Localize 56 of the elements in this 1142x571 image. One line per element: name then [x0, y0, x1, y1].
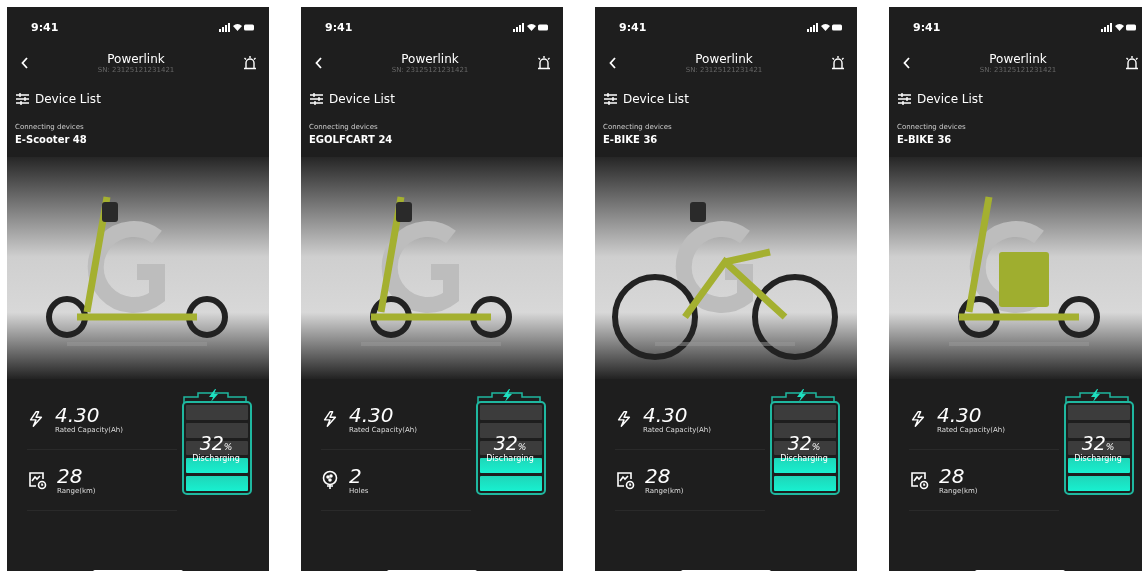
back-button[interactable]: [315, 57, 323, 69]
alarm-light-button[interactable]: [831, 56, 845, 70]
status-time: 9:41: [31, 20, 59, 34]
stat-value: 4.30: [55, 404, 100, 426]
stat-value: 4.30: [937, 404, 982, 426]
device-name: EGOLFCART 24: [309, 134, 394, 145]
status-icons: [513, 22, 549, 32]
back-button[interactable]: [903, 57, 911, 69]
status-icons: [1101, 22, 1137, 32]
chart-clock-icon: [27, 470, 47, 490]
lightning-icon: [909, 410, 927, 428]
back-button[interactable]: [609, 57, 617, 69]
device-list-button[interactable]: Device List: [310, 92, 395, 106]
device-list-button[interactable]: Device List: [898, 92, 983, 106]
stat-value: 28: [939, 465, 966, 487]
screen-title: Powerlink: [695, 52, 753, 66]
sliders-icon: [604, 93, 617, 105]
screen-title: Powerlink: [401, 52, 459, 66]
battery-cap-icon: [1064, 389, 1132, 403]
battery-percent: 32%: [493, 433, 527, 454]
stat-value: 28: [57, 465, 84, 487]
screen-title: Powerlink: [107, 52, 165, 66]
alarm-light-button[interactable]: [537, 56, 551, 70]
device-list-button[interactable]: Device List: [16, 92, 101, 106]
sliders-icon: [16, 93, 29, 105]
battery-percent: 32%: [199, 433, 233, 454]
chart-clock-icon: [615, 470, 635, 490]
battery-cap-icon: [182, 389, 250, 403]
stat-value: 4.30: [349, 404, 394, 426]
battery-percent: 32%: [1081, 433, 1115, 454]
back-button[interactable]: [21, 57, 29, 69]
lightning-icon: [615, 410, 633, 428]
status-icons: [219, 22, 255, 32]
alarm-light-button[interactable]: [1125, 56, 1139, 70]
sliders-icon: [898, 93, 911, 105]
alarm-light-button[interactable]: [243, 56, 257, 70]
device-name: E-Scooter 48: [15, 134, 88, 145]
battery-cap-icon: [770, 389, 838, 403]
battery-percent: 32%: [787, 433, 821, 454]
sliders-icon: [310, 93, 323, 105]
device-name: E-BIKE 36: [603, 134, 659, 145]
status-icons: [807, 22, 843, 32]
battery-cap-icon: [476, 389, 544, 403]
lightning-icon: [27, 410, 45, 428]
device-list-button[interactable]: Device List: [604, 92, 689, 106]
status-time: 9:41: [325, 20, 353, 34]
golf-ball-icon: [321, 470, 339, 490]
screen-title: Powerlink: [989, 52, 1047, 66]
stat-value: 2: [349, 465, 362, 487]
status-time: 9:41: [913, 20, 941, 34]
chart-clock-icon: [909, 470, 929, 490]
stat-value: 4.30: [643, 404, 688, 426]
device-name: E-BIKE 36: [897, 134, 953, 145]
stat-value: 28: [645, 465, 672, 487]
lightning-icon: [321, 410, 339, 428]
status-time: 9:41: [619, 20, 647, 34]
